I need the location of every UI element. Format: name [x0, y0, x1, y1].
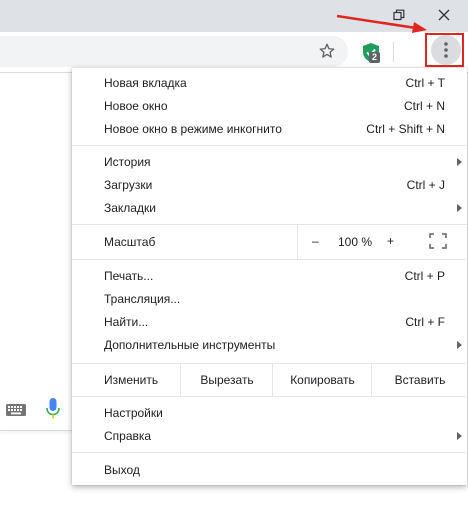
menu-item-label: Загрузки	[104, 178, 153, 192]
menu-item-shortcut: Ctrl + T	[405, 76, 445, 90]
zoom-row: Масштаб – 100 % +	[72, 224, 467, 259]
menu-item-label: Найти...	[104, 315, 149, 329]
menu-item-shortcut: Ctrl + J	[406, 178, 445, 192]
menu-item-label: Новое окно в режиме инкогнито	[104, 122, 282, 136]
annotation-highlight-box	[425, 33, 464, 67]
paste-button[interactable]: Вставить	[371, 364, 468, 396]
toolbar-divider	[393, 42, 394, 62]
menu-item-label: Дополнительные инструменты	[104, 338, 276, 352]
menu-divider	[72, 452, 467, 453]
star-icon[interactable]	[318, 42, 336, 60]
keyboard-icon[interactable]	[6, 404, 26, 416]
cut-button[interactable]: Вырезать	[180, 364, 273, 396]
menu-item-shortcut: Ctrl + P	[404, 269, 445, 283]
menu-item-shortcut: Ctrl + N	[403, 99, 445, 113]
fullscreen-icon[interactable]	[429, 233, 447, 249]
edit-row: Изменить Вырезать Копировать Вставить	[72, 364, 467, 396]
menu-item-cast[interactable]: Трансляция...	[72, 288, 467, 311]
menu-item-label: Настройки	[104, 406, 163, 420]
zoom-label: Масштаб	[104, 235, 156, 249]
menu-item-shortcut: Ctrl + Shift + N	[366, 122, 445, 136]
chrome-menu: Новая вкладка Ctrl + T Новое окно Ctrl +…	[72, 68, 467, 485]
menu-item-label: Новое окно	[104, 99, 168, 113]
menu-item-exit[interactable]: Выход	[72, 459, 467, 482]
menu-item-label: Выход	[104, 463, 140, 477]
zoom-in-button[interactable]: +	[387, 234, 394, 248]
close-icon	[438, 9, 450, 21]
menu-item-bookmarks[interactable]: Закладки	[72, 197, 467, 220]
zoom-value: 100 %	[338, 235, 373, 249]
zoom-divider	[297, 224, 298, 259]
menu-item-incognito[interactable]: Новое окно в режиме инкогнито Ctrl + Shi…	[72, 118, 467, 141]
menu-item-label: Печать...	[104, 269, 154, 283]
address-bar[interactable]	[0, 36, 348, 67]
menu-item-print[interactable]: Печать... Ctrl + P	[72, 265, 467, 288]
menu-divider	[72, 259, 467, 260]
menu-item-downloads[interactable]: Загрузки Ctrl + J	[72, 174, 467, 197]
menu-item-label: Закладки	[104, 201, 156, 215]
microphone-icon[interactable]	[46, 398, 60, 420]
submenu-arrow-icon	[457, 341, 462, 349]
menu-item-settings[interactable]: Настройки	[72, 402, 467, 425]
copy-button[interactable]: Копировать	[272, 364, 372, 396]
red-arrow	[336, 14, 427, 33]
search-box-fragment	[0, 386, 72, 431]
zoom-out-button[interactable]: –	[312, 234, 319, 248]
menu-item-history[interactable]: История	[72, 151, 467, 174]
toolbar: 2	[0, 32, 468, 73]
extension-badge: 2	[369, 52, 381, 63]
submenu-arrow-icon	[457, 432, 462, 440]
menu-item-find[interactable]: Найти... Ctrl + F	[72, 311, 467, 334]
menu-item-shortcut: Ctrl + F	[405, 315, 445, 329]
menu-item-label: История	[104, 155, 151, 169]
menu-item-label: Новая вкладка	[104, 76, 187, 90]
edit-label: Изменить	[104, 373, 159, 387]
submenu-arrow-icon	[457, 158, 462, 166]
menu-item-label: Справка	[104, 429, 152, 443]
submenu-arrow-icon	[457, 204, 462, 212]
menu-item-more-tools[interactable]: Дополнительные инструменты	[72, 334, 467, 357]
menu-item-help[interactable]: Справка	[72, 425, 467, 448]
menu-item-new-tab[interactable]: Новая вкладка Ctrl + T	[72, 72, 467, 95]
menu-divider	[72, 145, 467, 146]
menu-item-label: Трансляция...	[104, 292, 181, 306]
menu-item-new-window[interactable]: Новое окно Ctrl + N	[72, 95, 467, 118]
menu-divider	[72, 396, 467, 397]
